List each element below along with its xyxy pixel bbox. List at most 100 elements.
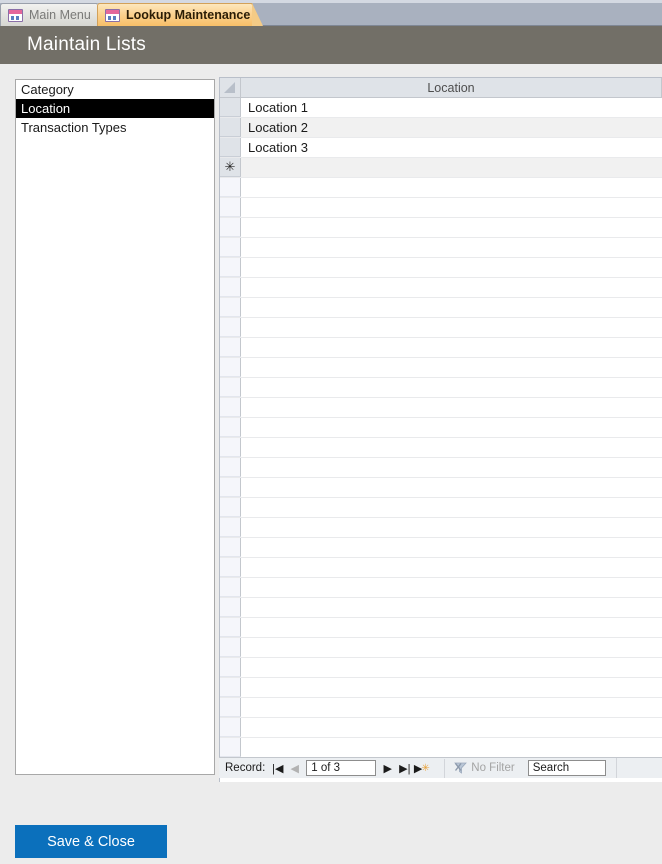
form-icon: [105, 8, 120, 22]
nav-bar-filler: [615, 758, 662, 778]
cell-location[interactable]: Location 2: [241, 118, 662, 137]
empty-cell: [241, 338, 662, 357]
empty-row: [220, 598, 662, 618]
empty-row: [220, 458, 662, 478]
empty-cell: [241, 258, 662, 277]
empty-row: [220, 618, 662, 638]
empty-row: [220, 578, 662, 598]
empty-row: [220, 498, 662, 518]
last-record-button[interactable]: ▶|: [396, 760, 413, 777]
listbox-item-location[interactable]: Location: [16, 99, 214, 118]
empty-record-selector: [220, 438, 241, 457]
empty-cell: [241, 658, 662, 677]
record-selector[interactable]: [220, 98, 241, 117]
empty-cell: [241, 298, 662, 317]
previous-record-button[interactable]: ◀: [286, 760, 303, 777]
record-position-input[interactable]: 1 of 3: [306, 760, 377, 776]
cell-location[interactable]: Location 1: [241, 98, 662, 117]
record-navigation-bar: Record: |◀ ◀ 1 of 3 ▶ ▶| ▶ ✳ No Filter Se…: [219, 757, 662, 778]
next-record-button[interactable]: ▶: [379, 760, 396, 777]
empty-record-selector: [220, 618, 241, 637]
empty-cell: [241, 638, 662, 657]
listbox-item-category[interactable]: Category: [16, 80, 214, 99]
empty-row: [220, 438, 662, 458]
empty-row: [220, 378, 662, 398]
empty-cell: [241, 378, 662, 397]
tab-main-menu[interactable]: Main Menu: [0, 3, 106, 26]
empty-record-selector: [220, 258, 241, 277]
empty-cell: [241, 238, 662, 257]
filter-status[interactable]: No Filter: [444, 758, 515, 778]
form-icon: [8, 8, 23, 22]
empty-cell: [241, 218, 662, 237]
empty-record-selector: [220, 678, 241, 697]
empty-row: [220, 278, 662, 298]
empty-cell: [241, 358, 662, 377]
empty-cell: [241, 598, 662, 617]
empty-record-selector: [220, 378, 241, 397]
empty-cell: [241, 458, 662, 477]
empty-row: [220, 658, 662, 678]
empty-cell: [241, 318, 662, 337]
empty-record-selector: [220, 298, 241, 317]
search-input[interactable]: Search: [527, 760, 606, 776]
empty-row: [220, 258, 662, 278]
empty-cell: [241, 678, 662, 697]
column-header-location[interactable]: Location: [241, 78, 662, 97]
cell-location-new[interactable]: [241, 158, 662, 177]
tab-lookup-maintenance[interactable]: Lookup Maintenance: [97, 3, 263, 26]
datasheet-subform: Location Location 1 Location 2 Location 3 ✳: [219, 77, 662, 782]
empty-row: [220, 178, 662, 198]
empty-record-selector: [220, 738, 241, 757]
empty-cell: [241, 718, 662, 737]
empty-record-selector: [220, 498, 241, 517]
first-record-button[interactable]: |◀: [269, 760, 286, 777]
empty-cell: [241, 438, 662, 457]
empty-record-selector: [220, 358, 241, 377]
empty-row: [220, 358, 662, 378]
empty-row: [220, 238, 662, 258]
empty-row: [220, 478, 662, 498]
empty-cell: [241, 538, 662, 557]
empty-row: [220, 538, 662, 558]
new-record-row[interactable]: ✳: [220, 158, 662, 178]
select-all-corner[interactable]: [220, 78, 241, 97]
form-body: Category Location Transaction Types Loca…: [0, 64, 662, 864]
filter-off-icon: [454, 762, 468, 774]
empty-cell: [241, 738, 662, 757]
empty-record-selector: [220, 418, 241, 437]
record-selector[interactable]: [220, 138, 241, 157]
cell-location[interactable]: Location 3: [241, 138, 662, 157]
table-row[interactable]: Location 1: [220, 98, 662, 118]
empty-cell: [241, 478, 662, 497]
empty-cell: [241, 578, 662, 597]
new-record-button[interactable]: ▶ ✳: [413, 760, 430, 777]
category-listbox[interactable]: Category Location Transaction Types: [15, 79, 215, 775]
empty-row: [220, 638, 662, 658]
empty-record-selector: [220, 518, 241, 537]
new-record-marker-icon[interactable]: ✳: [220, 158, 241, 177]
save-and-close-button[interactable]: Save & Close: [15, 825, 167, 858]
empty-cell: [241, 178, 662, 197]
empty-record-selector: [220, 698, 241, 717]
empty-record-selector: [220, 598, 241, 617]
table-row[interactable]: Location 2: [220, 118, 662, 138]
empty-record-selector: [220, 398, 241, 417]
empty-record-selector: [220, 198, 241, 217]
form-header: Maintain Lists: [0, 26, 662, 64]
empty-record-selector: [220, 218, 241, 237]
empty-record-selector: [220, 538, 241, 557]
empty-cell: [241, 618, 662, 637]
empty-record-selector: [220, 558, 241, 577]
empty-cell: [241, 518, 662, 537]
empty-row: [220, 218, 662, 238]
empty-record-selector: [220, 478, 241, 497]
empty-row: [220, 718, 662, 738]
empty-row: [220, 198, 662, 218]
listbox-item-transaction-types[interactable]: Transaction Types: [16, 118, 214, 137]
empty-record-selector: [220, 578, 241, 597]
record-selector[interactable]: [220, 118, 241, 137]
empty-record-selector: [220, 178, 241, 197]
empty-row: [220, 738, 662, 758]
table-row[interactable]: Location 3: [220, 138, 662, 158]
